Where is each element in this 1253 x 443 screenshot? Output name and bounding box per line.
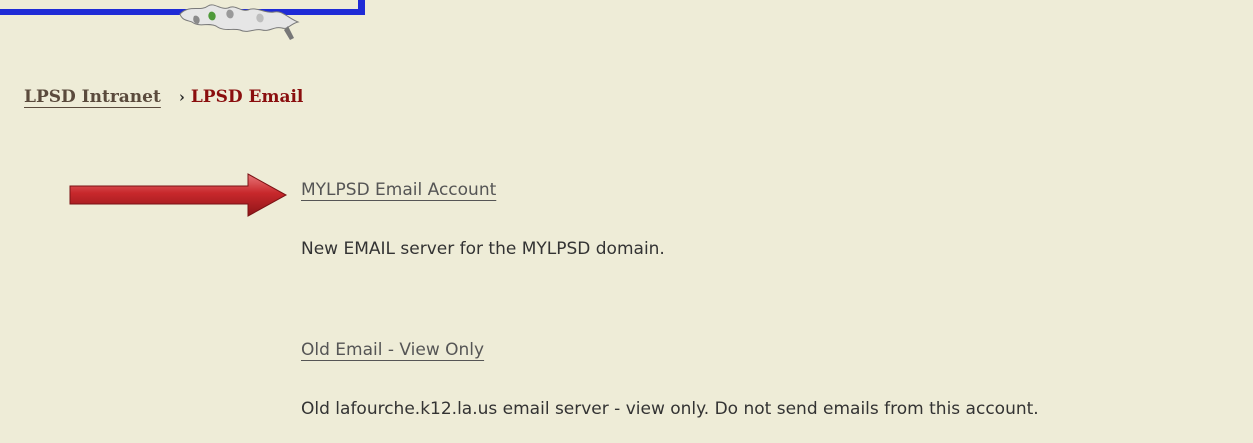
breadcrumb-current-page: LPSD Email [190,87,304,107]
breadcrumb-separator-icon: › [178,88,185,106]
breadcrumb-link-lpsd-intranet[interactable]: LPSD Intranet [24,87,161,107]
leaf-logo-icon [179,4,300,40]
mylpsd-email-account-link[interactable]: MYLPSD Email Account [301,180,496,200]
mylpsd-email-description: New EMAIL server for the MYLPSD domain. [301,239,665,259]
header-banner [0,0,365,48]
red-arrow-icon [69,173,288,217]
banner-post [358,0,365,15]
old-email-view-only-link[interactable]: Old Email - View Only [301,340,484,360]
breadcrumb: LPSD Intranet › LPSD Email [24,87,303,107]
old-email-description: Old lafourche.k12.la.us email server - v… [301,399,1039,419]
